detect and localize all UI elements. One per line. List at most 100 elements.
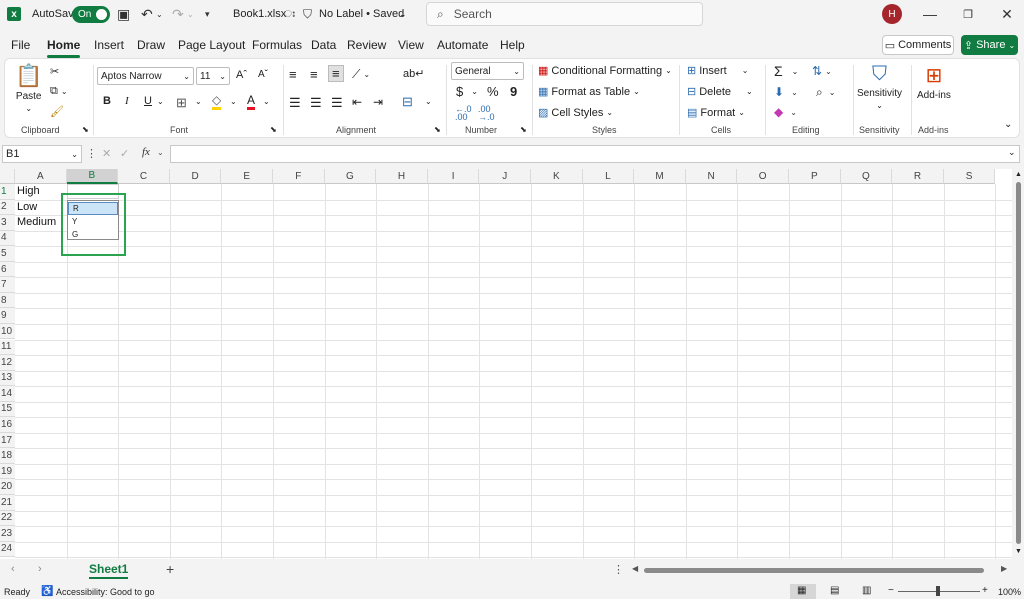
row-header-4[interactable]: 4: [0, 230, 15, 247]
column-header-j[interactable]: J: [479, 169, 531, 184]
share-button[interactable]: ⇪ Share ⌄: [961, 35, 1018, 55]
decrease-indent-icon[interactable]: ⇤: [352, 95, 362, 109]
orientation-icon[interactable]: ⟋ ⌄: [352, 67, 370, 82]
row-header-23[interactable]: 23: [0, 526, 15, 542]
collapse-ribbon-icon[interactable]: ⌄: [1004, 119, 1012, 130]
paste-button[interactable]: 📋 Paste ⌄: [15, 63, 42, 113]
merge-center-icon[interactable]: ⊟: [402, 94, 413, 110]
vertical-scroll-thumb[interactable]: [1016, 182, 1021, 544]
increase-decimal-button[interactable]: ←.0 .00: [455, 105, 472, 122]
undo-dropdown-icon[interactable]: ⌄: [156, 0, 163, 28]
column-header-h[interactable]: H: [376, 169, 428, 184]
row-header-11[interactable]: 11: [0, 339, 15, 355]
dialog-launcher-icon[interactable]: ⬊: [520, 125, 527, 134]
menu-page-layout[interactable]: Page Layout: [178, 38, 245, 52]
number-format-select[interactable]: General ⌄: [451, 62, 524, 80]
row-header-15[interactable]: 15: [0, 401, 15, 418]
row-header-7[interactable]: 7: [0, 277, 15, 293]
sort-filter-icon[interactable]: ⇅ ⌄: [812, 64, 832, 78]
insert-function-button[interactable]: fx: [142, 146, 150, 158]
format-cells-button[interactable]: ▤ Format ⌄: [687, 106, 745, 120]
customize-toolbar-icon[interactable]: ▾: [205, 0, 210, 28]
copy-icon[interactable]: ⧉ ⌄: [50, 85, 68, 98]
chevron-down-icon[interactable]: ⌄: [399, 0, 407, 28]
clear-icon[interactable]: ◆ ⌄: [774, 105, 797, 119]
next-sheet-icon[interactable]: ›: [38, 563, 42, 575]
percent-button[interactable]: %: [487, 84, 499, 99]
find-select-icon[interactable]: ⌕ ⌄: [816, 85, 835, 100]
column-header-r[interactable]: R: [892, 169, 944, 184]
chevron-down-icon[interactable]: ⌄: [263, 97, 270, 106]
sheet-tab-sheet1[interactable]: Sheet1: [89, 562, 129, 579]
cell-a3[interactable]: Medium: [17, 216, 56, 228]
dialog-launcher-icon[interactable]: ⬊: [270, 125, 277, 134]
grow-font-button[interactable]: Aˆ: [236, 69, 247, 81]
menu-view[interactable]: View: [398, 38, 424, 52]
zoom-in-icon[interactable]: +: [982, 585, 988, 596]
chevron-down-icon[interactable]: ⌄: [157, 97, 164, 106]
column-header-p[interactable]: P: [789, 169, 841, 184]
row-header-10[interactable]: 10: [0, 323, 15, 340]
row-header-14[interactable]: 14: [0, 386, 15, 402]
delete-cells-button[interactable]: ⊟ Delete ⌄: [687, 85, 753, 99]
confirm-entry-icon[interactable]: ✓: [120, 147, 129, 160]
format-as-table-button[interactable]: ▦ Format as Table ⌄: [538, 85, 640, 99]
menu-formulas[interactable]: Formulas: [252, 38, 302, 52]
sensitivity-button[interactable]: ⛉ Sensitivity ⌄: [857, 63, 902, 110]
dialog-launcher-icon[interactable]: ⬊: [434, 125, 441, 134]
page-layout-view-icon[interactable]: ▤: [830, 585, 839, 596]
cancel-entry-icon[interactable]: ✕: [102, 147, 111, 160]
menu-review[interactable]: Review: [347, 38, 386, 52]
row-header-13[interactable]: 13: [0, 370, 15, 387]
column-header-e[interactable]: E: [221, 169, 273, 184]
row-header-24[interactable]: 24: [0, 541, 15, 558]
redo-icon[interactable]: ↷: [172, 0, 184, 28]
zoom-out-icon[interactable]: −: [888, 585, 894, 596]
page-break-view-icon[interactable]: ▥: [862, 585, 871, 596]
cell-styles-button[interactable]: ▨ Cell Styles ⌄: [538, 106, 613, 120]
wrap-text-icon[interactable]: ab↵: [403, 67, 424, 80]
autosum-button[interactable]: Σ ⌄: [774, 63, 798, 79]
menu-draw[interactable]: Draw: [137, 38, 165, 52]
shrink-font-button[interactable]: Aˇ: [258, 69, 268, 80]
zoom-slider-thumb[interactable]: [936, 586, 940, 596]
search-input[interactable]: Search: [454, 7, 492, 21]
minimize-icon[interactable]: —: [920, 0, 940, 28]
conditional-formatting-button[interactable]: ▦ Conditional Formatting ⌄: [538, 64, 672, 78]
insert-cells-button[interactable]: ⊞ Insert ⌄: [687, 64, 748, 78]
name-box[interactable]: B1 ⌄: [2, 145, 82, 163]
row-header-1[interactable]: 1: [0, 184, 15, 200]
chevron-down-icon[interactable]: ⌄: [230, 97, 237, 106]
italic-button[interactable]: I: [125, 95, 129, 107]
dialog-launcher-icon[interactable]: ⬊: [82, 125, 89, 134]
cut-icon[interactable]: ✂: [50, 65, 59, 78]
row-header-3[interactable]: 3: [0, 215, 15, 231]
underline-button[interactable]: U: [144, 95, 152, 107]
column-header-k[interactable]: K: [531, 169, 583, 184]
row-header-18[interactable]: 18: [0, 448, 15, 464]
row-header-16[interactable]: 16: [0, 417, 15, 433]
row-header-8[interactable]: 8: [0, 292, 15, 309]
accessibility-status[interactable]: Accessibility: Good to go: [56, 587, 155, 597]
row-header-5[interactable]: 5: [0, 246, 15, 262]
font-name-select[interactable]: Aptos Narrow ⌄: [97, 67, 194, 85]
menu-automate[interactable]: Automate: [437, 38, 488, 52]
menu-home[interactable]: Home: [47, 38, 81, 58]
menu-help[interactable]: Help: [500, 38, 525, 52]
more-options-icon[interactable]: ⋮: [86, 147, 97, 160]
align-left-icon[interactable]: ☰: [289, 95, 301, 111]
sheet-options-icon[interactable]: ⋮: [613, 563, 624, 576]
row-header-20[interactable]: 20: [0, 479, 15, 495]
column-header-i[interactable]: I: [427, 169, 480, 184]
add-sheet-button[interactable]: +: [166, 561, 174, 577]
format-painter-icon[interactable]: 🖌: [50, 105, 64, 118]
scroll-left-icon[interactable]: ◀: [632, 564, 638, 573]
increase-indent-icon[interactable]: ⇥: [373, 95, 383, 109]
column-header-g[interactable]: G: [324, 169, 377, 184]
font-color-button[interactable]: A: [247, 93, 256, 110]
align-bottom-icon[interactable]: ≡: [328, 65, 344, 82]
close-icon[interactable]: ✕: [997, 0, 1017, 28]
font-size-select[interactable]: 11 ⌄: [196, 67, 230, 85]
row-header-19[interactable]: 19: [0, 463, 15, 480]
row-header-9[interactable]: 9: [0, 308, 15, 324]
